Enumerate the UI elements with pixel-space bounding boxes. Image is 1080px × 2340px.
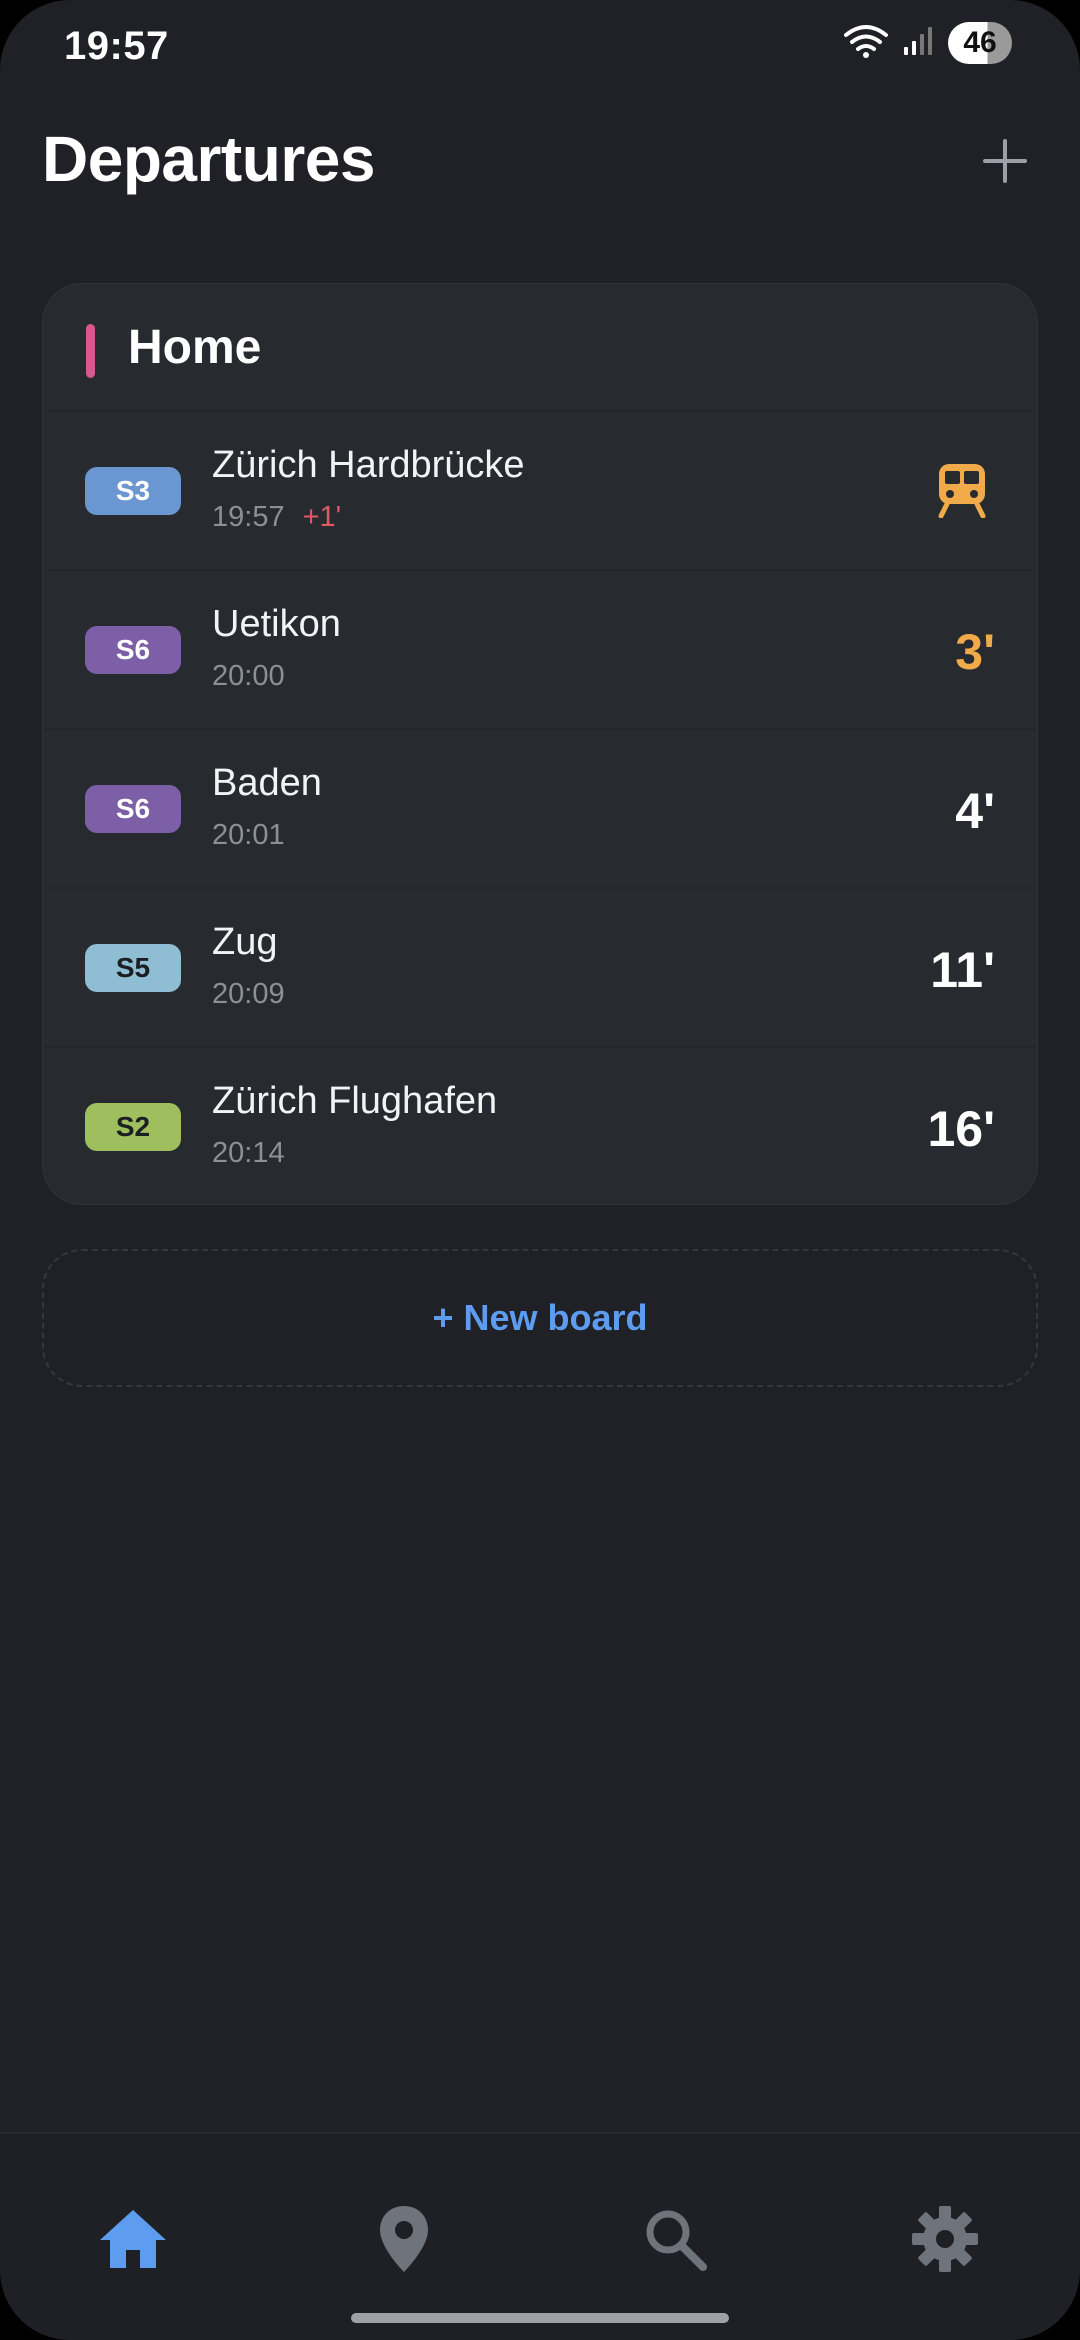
destination: Zürich Flughafen	[212, 1080, 498, 1122]
bottom-nav	[0, 2132, 1080, 2340]
nav-settings[interactable]	[890, 2186, 1000, 2296]
status-bar: 19:57 46	[0, 0, 1080, 100]
departure-time-line: 20:01	[212, 819, 285, 852]
wifi-icon	[844, 23, 888, 64]
board-header[interactable]: Home	[43, 284, 1037, 412]
destination: Zug	[212, 921, 278, 963]
app-screen: 19:57 46 Departures Home S3 Zürich Hardb…	[0, 0, 1080, 2340]
departure-time: 20:09	[212, 978, 285, 1010]
departure-time: 19:57	[212, 501, 285, 533]
departure-time: 20:01	[212, 819, 285, 851]
location-pin-icon	[378, 2204, 430, 2279]
nav-nearby[interactable]	[349, 2186, 459, 2296]
search-icon	[643, 2207, 707, 2276]
minutes-until: 16'	[927, 1101, 995, 1157]
plus-icon	[981, 137, 1029, 190]
departure-row[interactable]: S6 Baden 20:01 4'	[43, 730, 1037, 889]
departure-time-line: 20:00	[212, 660, 285, 693]
status-icons: 46	[844, 22, 1012, 64]
add-board-button[interactable]	[972, 130, 1038, 196]
train-icon	[935, 462, 989, 519]
departure-time-line: 20:09	[212, 978, 285, 1011]
departure-row[interactable]: S3 Zürich Hardbrücke 19:57 +1'	[43, 412, 1037, 571]
departure-time-line: 19:57 +1'	[212, 501, 341, 534]
board-card: Home S3 Zürich Hardbrücke 19:57 +1' S6 U…	[42, 283, 1038, 1205]
delay: +1'	[302, 501, 342, 533]
destination: Uetikon	[212, 603, 341, 645]
departure-row[interactable]: S2 Zürich Flughafen 20:14 16'	[43, 1048, 1037, 1204]
home-icon	[98, 2208, 168, 2275]
minutes-until: 11'	[930, 942, 995, 998]
battery-indicator: 46	[948, 22, 1012, 64]
line-badge: S5	[85, 944, 181, 992]
line-badge: S6	[85, 626, 181, 674]
status-time: 19:57	[64, 24, 169, 68]
page-title: Departures	[42, 123, 375, 195]
destination: Baden	[212, 762, 322, 804]
gear-icon	[910, 2204, 980, 2279]
line-badge: S6	[85, 785, 181, 833]
line-badge: S3	[85, 467, 181, 515]
home-indicator	[351, 2313, 729, 2323]
line-badge: S2	[85, 1103, 181, 1151]
minutes-until: 4'	[955, 783, 995, 839]
board-accent-bar	[86, 324, 95, 378]
destination: Zürich Hardbrücke	[212, 444, 525, 486]
departure-time: 20:00	[212, 660, 285, 692]
departure-row[interactable]: S6 Uetikon 20:00 3'	[43, 571, 1037, 730]
departure-time: 20:14	[212, 1137, 285, 1169]
nav-search[interactable]	[620, 2186, 730, 2296]
signal-icon	[902, 25, 934, 62]
departure-row[interactable]: S5 Zug 20:09 11'	[43, 889, 1037, 1048]
board-name: Home	[128, 321, 262, 374]
departure-time-line: 20:14	[212, 1137, 285, 1170]
minutes-until: 3'	[955, 624, 995, 680]
new-board-button[interactable]: + New board	[42, 1249, 1038, 1387]
nav-home[interactable]	[78, 2186, 188, 2296]
